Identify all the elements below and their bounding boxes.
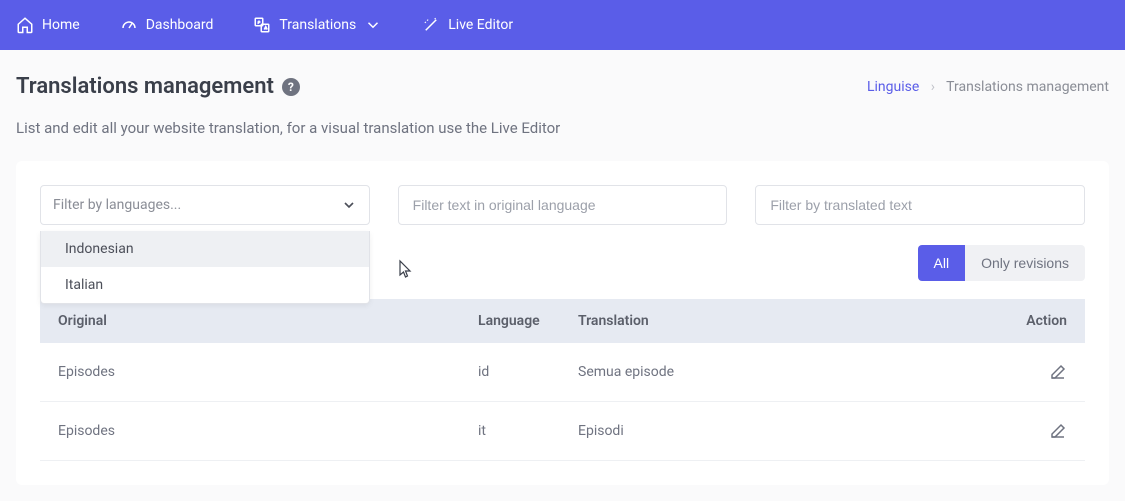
nav-live-editor-label: Live Editor <box>448 17 513 33</box>
top-nav: Home Dashboard Translations Live Editor <box>0 0 1125 50</box>
toggle-revisions-button[interactable]: Only revisions <box>965 245 1085 281</box>
cell-action <box>997 422 1067 440</box>
dropdown-option-italian[interactable]: Italian <box>41 267 369 303</box>
cell-action <box>997 363 1067 381</box>
nav-home[interactable]: Home <box>16 16 80 34</box>
filters-row: Filter by languages... <box>40 185 1085 225</box>
original-text-filter-input[interactable] <box>398 185 728 225</box>
wand-icon <box>422 16 440 34</box>
chevron-down-icon <box>364 16 382 34</box>
edit-icon[interactable] <box>1049 422 1067 440</box>
nav-dashboard[interactable]: Dashboard <box>120 16 214 34</box>
breadcrumb: Linguise › Translations management <box>867 79 1109 95</box>
language-filter-select[interactable]: Filter by languages... <box>40 185 370 225</box>
nav-live-editor[interactable]: Live Editor <box>422 16 513 34</box>
breadcrumb-link[interactable]: Linguise <box>867 79 919 95</box>
cell-translation: Semua episode <box>578 364 997 380</box>
translations-table: Original Language Translation Action Epi… <box>40 299 1085 461</box>
toggle-all-button[interactable]: All <box>918 245 966 281</box>
header-action: Action <box>997 313 1067 329</box>
filter-card: Filter by languages... Indonesian Italia… <box>16 161 1109 485</box>
table-header: Original Language Translation Action <box>40 299 1085 343</box>
cell-language: id <box>478 364 578 380</box>
breadcrumb-current: Translations management <box>946 79 1109 95</box>
nav-home-label: Home <box>42 17 80 33</box>
page-header: Translations management ? Linguise › Tra… <box>16 74 1109 99</box>
gauge-icon <box>120 16 138 34</box>
edit-icon[interactable] <box>1049 363 1067 381</box>
nav-translations-label: Translations <box>279 17 356 33</box>
cell-language: it <box>478 423 578 439</box>
cell-original: Episodes <box>58 364 478 380</box>
cell-original: Episodes <box>58 423 478 439</box>
header-translation: Translation <box>578 313 997 329</box>
header-language: Language <box>478 313 578 329</box>
breadcrumb-sep: › <box>931 79 935 95</box>
translate-icon <box>253 16 271 34</box>
table-row: Episodes it Episodi <box>40 402 1085 461</box>
home-icon <box>16 16 34 34</box>
view-toggle-group: All Only revisions <box>918 245 1085 281</box>
table-row: Episodes id Semua episode <box>40 343 1085 402</box>
page-content: Translations management ? Linguise › Tra… <box>0 50 1125 485</box>
language-filter-placeholder: Filter by languages... <box>53 197 181 213</box>
language-dropdown: Indonesian Italian <box>40 231 370 304</box>
help-icon[interactable]: ? <box>282 78 300 96</box>
page-title: Translations management ? <box>16 74 300 99</box>
page-subtitle: List and edit all your website translati… <box>16 119 1109 137</box>
translated-text-filter-input[interactable] <box>755 185 1085 225</box>
nav-translations[interactable]: Translations <box>253 16 382 34</box>
header-original: Original <box>58 313 478 329</box>
page-title-text: Translations management <box>16 74 274 99</box>
nav-dashboard-label: Dashboard <box>146 17 214 33</box>
cell-translation: Episodi <box>578 423 997 439</box>
chevron-down-icon <box>341 197 357 213</box>
dropdown-option-indonesian[interactable]: Indonesian <box>41 231 369 267</box>
